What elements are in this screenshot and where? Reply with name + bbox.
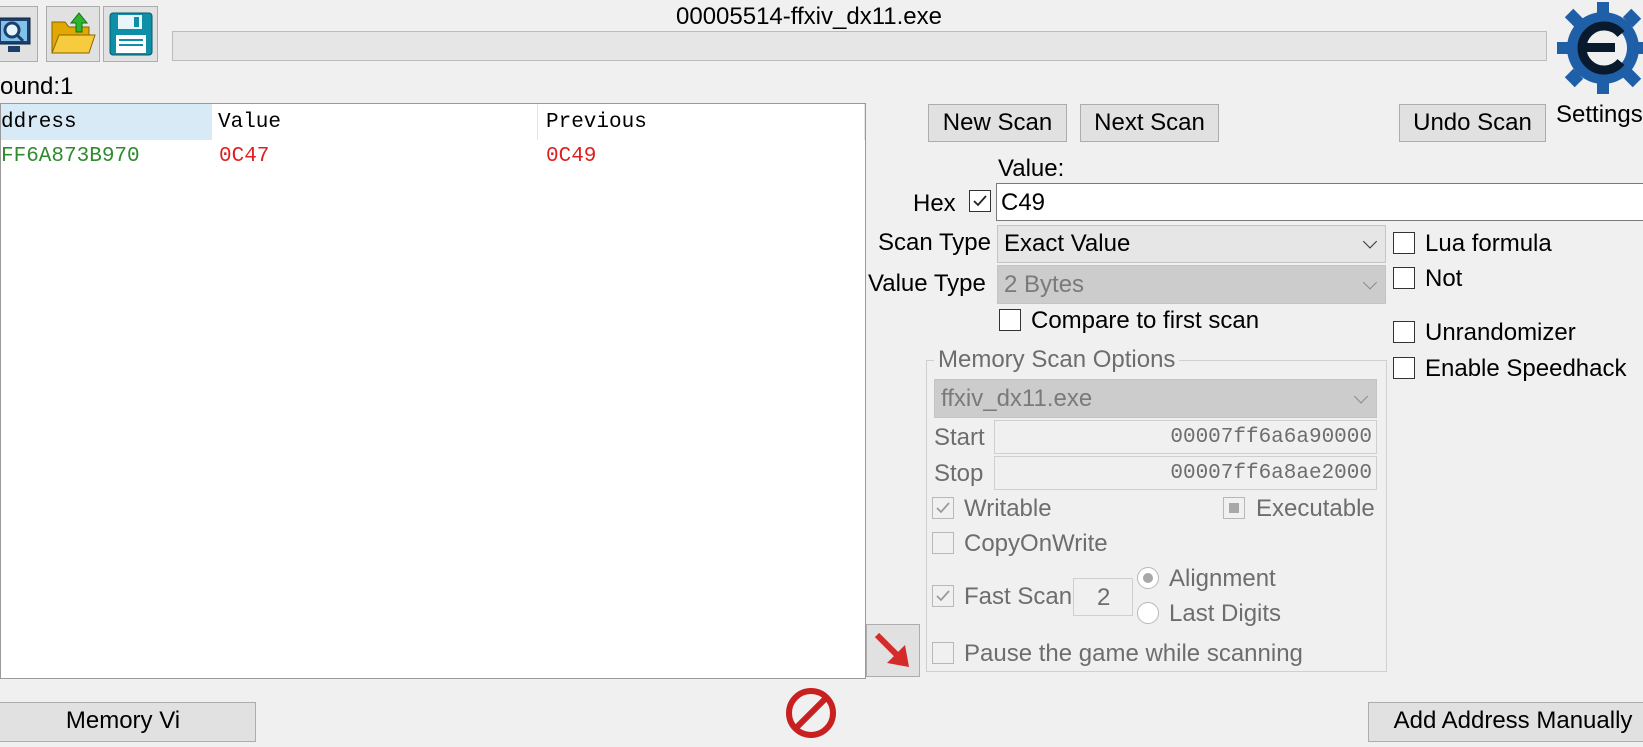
hex-label: Hex <box>913 190 956 217</box>
pause-game-checkbox[interactable] <box>932 642 954 664</box>
arrow-down-right-icon <box>874 632 909 667</box>
executable-label: Executable <box>1256 495 1375 522</box>
results-list[interactable]: ddress Value Previous FF6A873B970 0C47 0… <box>0 103 866 679</box>
checkmark-icon <box>973 195 987 207</box>
checkmark-icon <box>936 590 950 602</box>
chevron-down-icon <box>1362 274 1378 290</box>
scan-type-label: Scan Type <box>878 229 991 256</box>
stop-address-field[interactable]: 00007ff6a8ae2000 <box>994 456 1377 490</box>
table-row[interactable]: FF6A873B970 0C47 0C49 <box>1 140 865 172</box>
lua-formula-label: Lua formula <box>1425 230 1552 257</box>
clear-list-icon[interactable] <box>784 686 838 740</box>
checkmark-icon <box>936 502 950 514</box>
new-scan-button[interactable]: New Scan <box>928 104 1067 142</box>
lua-formula-checkbox[interactable] <box>1393 232 1415 254</box>
start-label: Start <box>934 424 985 451</box>
unrandomizer-checkbox[interactable] <box>1393 321 1415 343</box>
previous-cell: 0C49 <box>546 145 597 168</box>
undo-scan-button[interactable]: Undo Scan <box>1399 104 1546 142</box>
enable-speedhack-checkbox[interactable] <box>1393 357 1415 379</box>
last-digits-radio[interactable] <box>1137 602 1159 624</box>
add-to-list-button[interactable] <box>866 624 920 677</box>
writable-label: Writable <box>964 495 1052 522</box>
next-scan-button[interactable]: Next Scan <box>1080 104 1219 142</box>
memory-scan-options-title: Memory Scan Options <box>934 348 1180 372</box>
column-header-previous[interactable]: Previous <box>538 104 865 140</box>
add-address-manually-button[interactable]: Add Address Manually <box>1368 702 1643 742</box>
column-header-address[interactable]: ddress <box>1 104 212 140</box>
value-cell: 0C47 <box>219 145 270 168</box>
settings-label: Settings <box>1556 101 1643 128</box>
copy-on-write-label: CopyOnWrite <box>964 530 1108 557</box>
pause-game-label: Pause the game while scanning <box>964 640 1303 667</box>
radio-dot-icon <box>1143 573 1153 583</box>
fast-scan-checkbox[interactable] <box>932 585 954 607</box>
save-button[interactable] <box>103 6 158 62</box>
stop-label: Stop <box>934 460 984 487</box>
value-type-select[interactable]: 2 Bytes <box>997 265 1386 304</box>
monitor-magnifier-icon <box>0 17 31 52</box>
compare-first-scan-checkbox[interactable] <box>999 309 1021 331</box>
not-label: Not <box>1425 265 1463 292</box>
open-process-button[interactable] <box>0 6 38 62</box>
window-title: 00005514-ffxiv_dx11.exe <box>676 3 942 30</box>
copy-on-write-checkbox[interactable] <box>932 532 954 554</box>
scan-progress-bar <box>172 31 1547 61</box>
fast-scan-label: Fast Scan <box>964 583 1073 610</box>
chevron-down-icon <box>1362 234 1378 249</box>
hex-checkbox[interactable] <box>969 190 991 212</box>
memory-view-button[interactable]: Memory Vi <box>0 702 256 742</box>
executable-checkbox[interactable] <box>1223 497 1245 519</box>
fast-scan-value-field[interactable]: 2 <box>1073 578 1133 616</box>
value-input[interactable]: C49 <box>996 183 1643 221</box>
found-count-label: ound:1 <box>0 73 74 100</box>
chevron-down-icon <box>1353 388 1369 404</box>
module-select[interactable]: ffxiv_dx11.exe <box>934 379 1377 418</box>
compare-first-scan-label: Compare to first scan <box>1031 307 1260 334</box>
not-checkbox[interactable] <box>1393 267 1415 289</box>
alignment-label: Alignment <box>1169 565 1276 592</box>
floppy-disk-icon <box>109 12 152 56</box>
address-cell: FF6A873B970 <box>1 145 140 168</box>
column-header-value[interactable]: Value <box>212 104 538 140</box>
cheat-engine-logo-icon <box>1557 2 1643 94</box>
settings-button[interactable]: Settings <box>1555 0 1643 128</box>
enable-speedhack-label: Enable Speedhack <box>1425 355 1627 382</box>
scan-type-select[interactable]: Exact Value <box>997 225 1386 263</box>
writable-checkbox[interactable] <box>932 497 954 519</box>
alignment-radio[interactable] <box>1137 567 1159 589</box>
unrandomizer-label: Unrandomizer <box>1425 319 1576 346</box>
value-label: Value: <box>998 155 1065 182</box>
start-address-field[interactable]: 00007ff6a6a90000 <box>994 420 1377 454</box>
open-file-button[interactable] <box>46 6 100 62</box>
last-digits-label: Last Digits <box>1169 600 1282 627</box>
folder-open-icon <box>51 12 96 54</box>
indeterminate-mark-icon <box>1229 503 1239 513</box>
value-type-label: Value Type <box>868 270 986 297</box>
no-entry-icon <box>786 688 836 738</box>
